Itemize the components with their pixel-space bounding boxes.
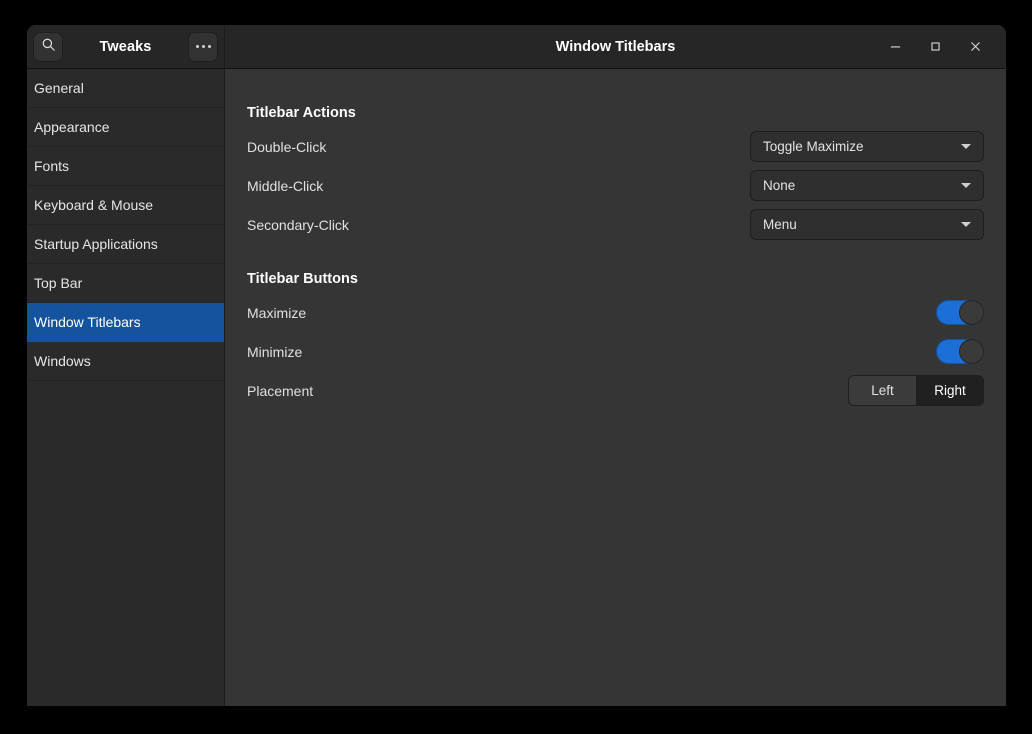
double-click-action-dropdown[interactable]: Toggle Maximize — [750, 131, 984, 162]
row-label: Middle-Click — [247, 178, 750, 194]
placement-segmented-control: Left Right — [848, 375, 984, 406]
sidebar-item-window-titlebars[interactable]: Window Titlebars — [27, 303, 224, 342]
row-control — [936, 300, 984, 325]
sidebar-item-windows[interactable]: Windows — [27, 342, 224, 381]
toggle-knob — [959, 300, 984, 325]
sidebar-item-label: Appearance — [34, 119, 110, 135]
dropdown-value: Toggle Maximize — [763, 139, 864, 154]
placement-option-left[interactable]: Left — [849, 376, 916, 405]
row-label: Minimize — [247, 344, 936, 360]
minimize-button-toggle[interactable] — [936, 339, 984, 364]
sidebar-item-general[interactable]: General — [27, 69, 224, 108]
row-double-click: Double-Click Toggle Maximize — [247, 127, 984, 166]
row-control: Toggle Maximize — [750, 131, 984, 162]
dropdown-value: None — [763, 178, 795, 193]
placement-option-right[interactable]: Right — [916, 376, 983, 405]
minimize-button[interactable] — [882, 34, 908, 60]
row-label: Maximize — [247, 305, 936, 321]
tweaks-window: Tweaks Window Titlebars — [27, 25, 1006, 706]
row-maximize: Maximize — [247, 293, 984, 332]
sidebar-item-startup-applications[interactable]: Startup Applications — [27, 225, 224, 264]
sidebar-item-top-bar[interactable]: Top Bar — [27, 264, 224, 303]
window-controls — [882, 34, 1000, 60]
row-control: Menu — [750, 209, 984, 240]
row-secondary-click: Secondary-Click Menu — [247, 205, 984, 244]
row-placement: Placement Left Right — [247, 371, 984, 410]
row-label: Secondary-Click — [247, 217, 750, 233]
sidebar-item-appearance[interactable]: Appearance — [27, 108, 224, 147]
sidebar: General Appearance Fonts Keyboard & Mous… — [27, 69, 225, 706]
ellipsis-icon — [196, 45, 211, 48]
row-minimize: Minimize — [247, 332, 984, 371]
maximize-button[interactable] — [922, 34, 948, 60]
row-control — [936, 339, 984, 364]
row-label: Double-Click — [247, 139, 750, 155]
row-label: Placement — [247, 383, 848, 399]
chevron-down-icon — [961, 183, 971, 188]
sidebar-item-label: Top Bar — [34, 275, 82, 291]
search-icon — [41, 37, 56, 57]
minimize-icon — [889, 40, 902, 53]
sidebar-item-keyboard-mouse[interactable]: Keyboard & Mouse — [27, 186, 224, 225]
sidebar-item-label: Fonts — [34, 158, 69, 174]
main-menu-button[interactable] — [188, 32, 218, 62]
window-header-right: Window Titlebars — [225, 25, 1006, 68]
sidebar-header: Tweaks — [27, 25, 225, 68]
window-body: General Appearance Fonts Keyboard & Mous… — [27, 69, 1006, 706]
secondary-click-action-dropdown[interactable]: Menu — [750, 209, 984, 240]
section-title-titlebar-actions: Titlebar Actions — [247, 105, 984, 121]
middle-click-action-dropdown[interactable]: None — [750, 170, 984, 201]
sidebar-item-label: Startup Applications — [34, 236, 158, 252]
sidebar-item-label: Window Titlebars — [34, 314, 141, 330]
sidebar-item-label: General — [34, 80, 84, 96]
sidebar-item-fonts[interactable]: Fonts — [27, 147, 224, 186]
toggle-knob — [959, 339, 984, 364]
chevron-down-icon — [961, 222, 971, 227]
row-control: Left Right — [848, 375, 984, 406]
app-title: Tweaks — [63, 39, 188, 55]
close-icon — [969, 40, 982, 53]
sidebar-item-label: Windows — [34, 353, 91, 369]
dropdown-value: Menu — [763, 217, 797, 232]
chevron-down-icon — [961, 144, 971, 149]
search-button[interactable] — [33, 32, 63, 62]
row-middle-click: Middle-Click None — [247, 166, 984, 205]
section-title-titlebar-buttons: Titlebar Buttons — [247, 271, 984, 287]
sidebar-item-label: Keyboard & Mouse — [34, 197, 153, 213]
header-bar: Tweaks Window Titlebars — [27, 25, 1006, 69]
maximize-icon — [929, 40, 942, 53]
settings-content: Titlebar Actions Double-Click Toggle Max… — [225, 69, 1006, 706]
row-control: None — [750, 170, 984, 201]
maximize-button-toggle[interactable] — [936, 300, 984, 325]
close-button[interactable] — [962, 34, 988, 60]
